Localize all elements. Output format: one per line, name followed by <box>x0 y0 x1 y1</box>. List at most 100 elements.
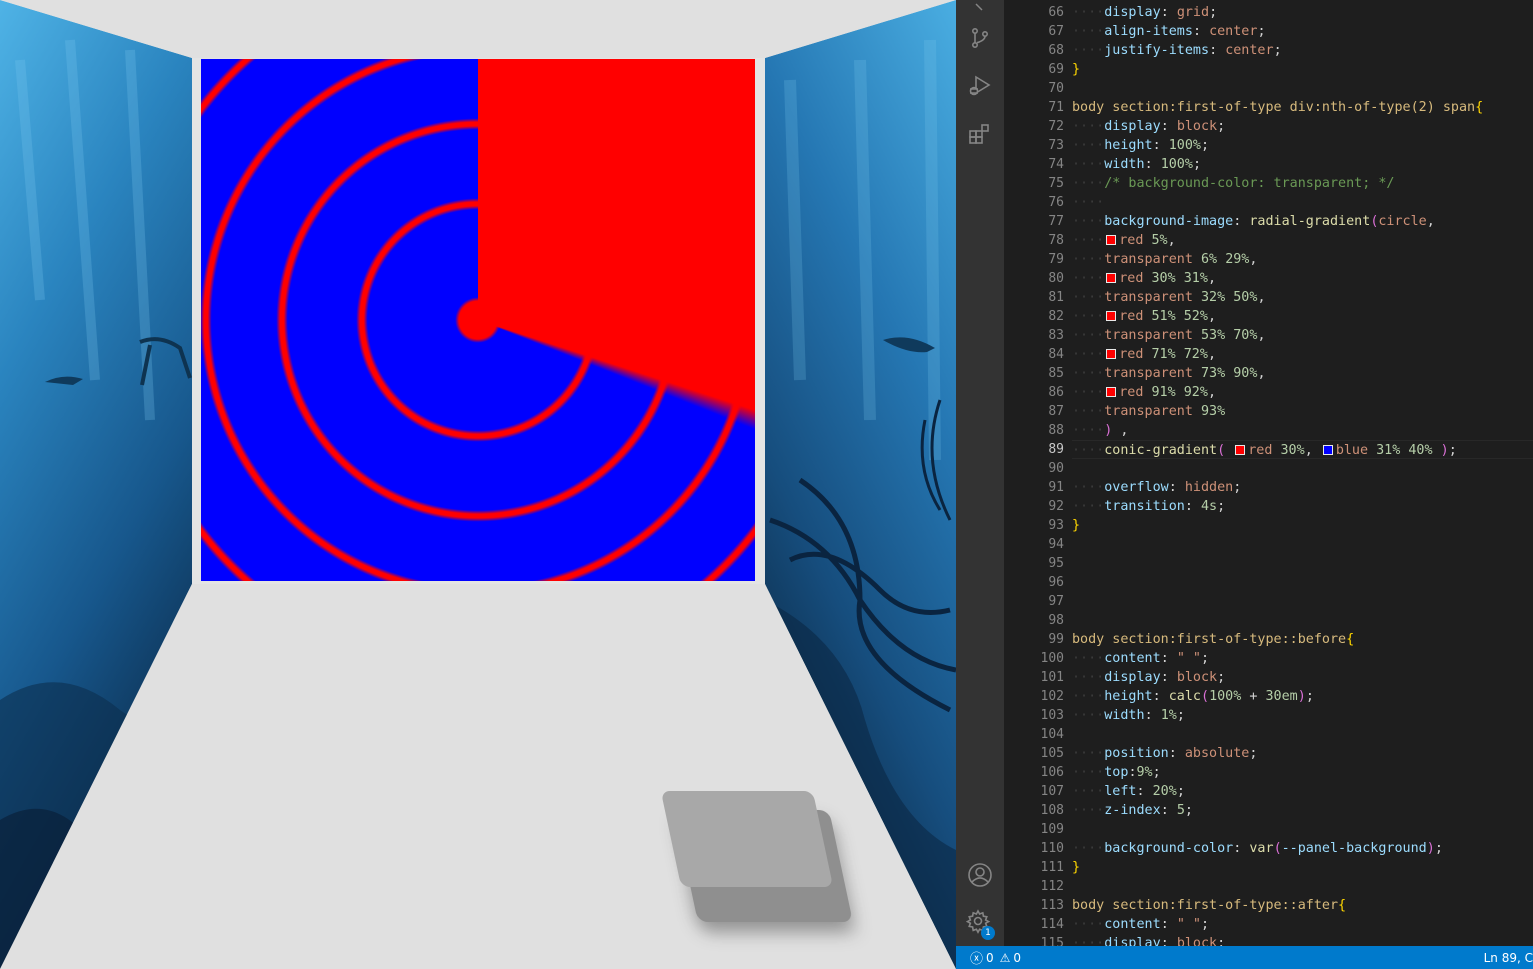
code-token: ; <box>1448 443 1457 458</box>
code-line: ····display: block; <box>1072 117 1225 136</box>
line-number: 92 <box>1048 499 1064 514</box>
code-token: : <box>1152 689 1169 704</box>
code-token: transparent <box>1104 252 1193 267</box>
code-token: ···· <box>1072 252 1105 267</box>
line-number: 87 <box>1048 404 1064 419</box>
code-token: transparent <box>1104 404 1193 419</box>
color-swatch-icon[interactable] <box>1322 445 1333 455</box>
code-token: : <box>1160 803 1177 818</box>
line-number: 102 <box>1040 689 1064 704</box>
code-token: ; <box>1176 708 1185 723</box>
code-token: { <box>1346 632 1355 647</box>
code-token: } <box>1072 518 1081 533</box>
code-token: : <box>1128 765 1137 780</box>
code-token: red <box>1119 271 1144 286</box>
line-number: 74 <box>1048 157 1064 172</box>
color-swatch-icon[interactable] <box>1106 273 1117 283</box>
code-token: 91% <box>1151 385 1176 400</box>
code-token: : <box>1160 119 1177 134</box>
code-token: : <box>1160 5 1177 20</box>
code-token: ···· <box>1072 366 1105 381</box>
color-swatch-icon[interactable] <box>1106 235 1117 245</box>
code-line: ····background-image: radial-gradient(ci… <box>1072 212 1435 231</box>
error-icon: ⓧ <box>970 952 984 967</box>
code-token: , <box>1426 214 1435 229</box>
code-line: ····height: calc(100% + 30em); <box>1072 687 1314 706</box>
code-token: 29% <box>1225 252 1250 267</box>
manage-gear-icon[interactable]: 1 <box>956 903 1004 943</box>
code-line: } <box>1072 60 1080 79</box>
code-token: ···· <box>1072 784 1105 799</box>
extensions-icon[interactable] <box>956 114 1004 154</box>
code-line: ····content: " "; <box>1072 915 1209 934</box>
code-line: ····display: block; <box>1072 668 1225 687</box>
code-token: : <box>1168 746 1185 761</box>
code-token: , <box>1257 328 1266 343</box>
code-token: ; <box>1184 803 1193 818</box>
line-number: 113 <box>1040 898 1064 913</box>
code-token: 73% <box>1201 366 1226 381</box>
line-number: 97 <box>1048 594 1064 609</box>
code-token: 93% <box>1201 404 1226 419</box>
code-token: ···· <box>1072 214 1105 229</box>
color-swatch-icon[interactable] <box>1106 349 1117 359</box>
color-swatch-icon[interactable] <box>1106 387 1117 397</box>
code-token: ···· <box>1072 347 1105 362</box>
code-text-area[interactable]: ····display: grid; ····align-items: cente… <box>1072 0 1533 946</box>
code-line: ···· <box>1072 193 1104 212</box>
line-number: 107 <box>1040 784 1064 799</box>
code-token: , <box>1249 252 1258 267</box>
code-token: { <box>1475 100 1484 115</box>
code-line: ····width: 1%; <box>1072 706 1185 725</box>
color-swatch-icon[interactable] <box>1106 311 1117 321</box>
line-number: 77 <box>1048 214 1064 229</box>
code-token: display <box>1104 936 1161 946</box>
problems-indicator[interactable]: ⓧ 0 ⚠ 0 <box>970 946 1021 969</box>
code-token: ···· <box>1072 936 1105 946</box>
line-number: 80 <box>1048 271 1064 286</box>
code-line: ····display: grid; <box>1072 3 1217 22</box>
code-token: ; <box>1257 24 1266 39</box>
line-number: 68 <box>1048 43 1064 58</box>
code-token: ···· <box>1072 385 1105 400</box>
code-token: content <box>1104 917 1161 932</box>
code-token: : <box>1209 43 1226 58</box>
code-token: 5 <box>1176 803 1185 818</box>
run-debug-icon[interactable] <box>956 66 1004 106</box>
color-swatch-icon[interactable] <box>1235 445 1246 455</box>
code-token: } <box>1072 62 1081 77</box>
code-line: ····content: " "; <box>1072 649 1209 668</box>
code-token: " " <box>1176 651 1201 666</box>
cursor-position[interactable]: Ln 89, C <box>1484 951 1533 965</box>
code-line: ····z-index: 5; <box>1072 801 1193 820</box>
code-token: body section:first-of-type div:nth-of-ty… <box>1072 100 1476 115</box>
code-token: 90% <box>1233 366 1258 381</box>
code-token: , <box>1207 309 1216 324</box>
code-token: : <box>1160 917 1177 932</box>
code-token: body section:first-of-type::before <box>1072 632 1347 647</box>
activity-bar: 1 <box>956 0 1004 946</box>
code-token: ( <box>1201 689 1210 704</box>
code-token: width <box>1104 708 1145 723</box>
code-line: } <box>1072 516 1080 535</box>
code-token: 53% <box>1201 328 1226 343</box>
code-token: 92% <box>1183 385 1208 400</box>
code-token: 6% <box>1201 252 1218 267</box>
code-token: ···· <box>1072 499 1105 514</box>
code-line: ····left: 20%; <box>1072 782 1185 801</box>
source-control-icon[interactable] <box>956 18 1004 58</box>
line-number: 70 <box>1048 81 1064 96</box>
code-token: red <box>1119 233 1144 248</box>
account-icon[interactable] <box>956 855 1004 895</box>
radial-gradient-rings <box>201 59 755 581</box>
code-token: ···· <box>1072 195 1105 210</box>
code-token: ; <box>1192 157 1201 172</box>
code-line: ····/* background-color: transparent; */ <box>1072 174 1394 193</box>
code-line: ····display: block; <box>1072 934 1225 946</box>
code-token: ···· <box>1072 480 1105 495</box>
